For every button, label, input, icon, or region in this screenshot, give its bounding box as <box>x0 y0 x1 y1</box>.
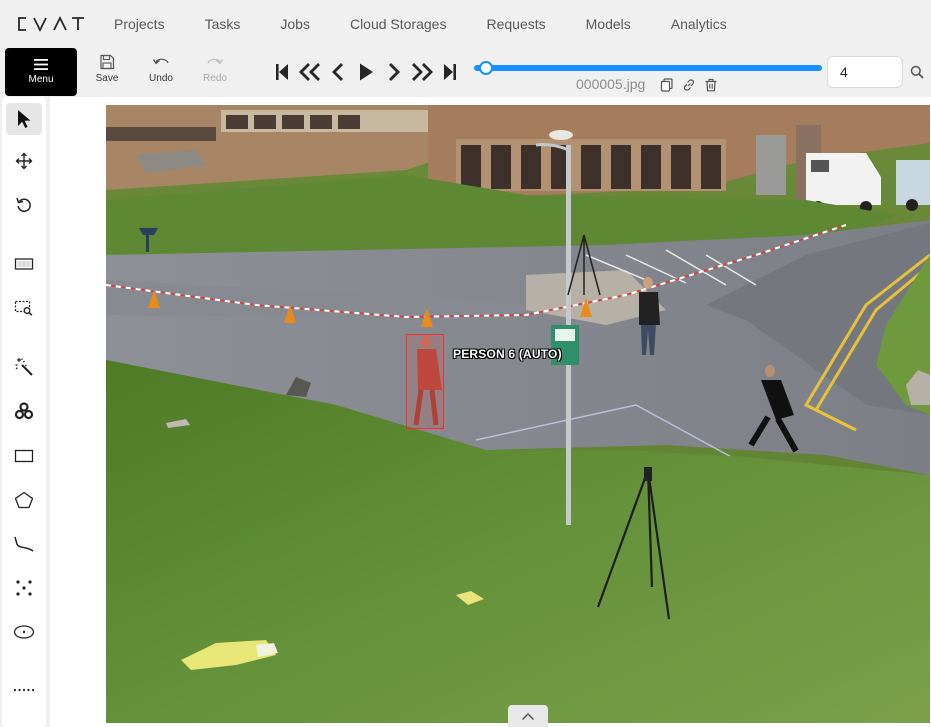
points-tool[interactable] <box>6 572 42 604</box>
player-controls <box>268 58 464 86</box>
ai-tools[interactable] <box>6 395 42 427</box>
cursor-icon <box>18 110 31 128</box>
polygon-icon <box>14 491 34 509</box>
double-chevron-right-icon <box>412 63 433 81</box>
play-icon <box>360 63 373 81</box>
annotation-box[interactable] <box>406 334 444 429</box>
back-multiple-button[interactable] <box>296 58 324 86</box>
magic-wand-tool[interactable] <box>6 351 42 383</box>
more-tools[interactable] <box>6 674 42 706</box>
ai-tools-icon <box>14 402 34 420</box>
fit-image-tool[interactable] <box>6 248 42 280</box>
magic-wand-icon <box>15 358 33 376</box>
nav-tasks[interactable]: Tasks <box>205 16 241 32</box>
polygon-tool[interactable] <box>6 484 42 516</box>
rotate-tool[interactable] <box>6 189 42 221</box>
rotate-icon <box>16 197 31 212</box>
last-frame-button[interactable] <box>436 58 464 86</box>
frame-slider-rail <box>474 65 822 71</box>
undo-label: Undo <box>149 73 173 84</box>
save-icon <box>100 54 115 70</box>
frame-number-input[interactable] <box>827 56 903 88</box>
last-frame-icon <box>444 64 456 80</box>
undo-button[interactable]: Undo <box>139 54 183 90</box>
move-icon <box>15 152 33 170</box>
zoom-region-icon <box>14 300 33 316</box>
zoom-region-tool[interactable] <box>6 292 42 324</box>
delete-icon[interactable] <box>704 78 718 92</box>
link-icon[interactable] <box>682 78 696 92</box>
controls-sidebar <box>2 97 46 727</box>
redo-button[interactable]: Redo <box>193 54 237 90</box>
menu-label: Menu <box>28 74 54 85</box>
rectangle-tool[interactable] <box>6 440 42 472</box>
first-frame-icon <box>276 64 288 80</box>
nav-analytics[interactable]: Analytics <box>671 16 727 32</box>
annotation-canvas[interactable] <box>106 105 930 723</box>
redo-label: Redo <box>203 73 227 84</box>
forward-multiple-button[interactable] <box>408 58 436 86</box>
previous-frame-button[interactable] <box>324 58 352 86</box>
frame-slider-handle[interactable] <box>479 61 493 75</box>
frame-filename: 000005.jpg <box>576 76 646 92</box>
ellipse-icon <box>13 625 35 639</box>
cursor-tool[interactable] <box>6 103 42 135</box>
rectangle-icon <box>14 449 34 463</box>
nav-requests[interactable]: Requests <box>486 16 545 32</box>
next-frame-button[interactable] <box>380 58 408 86</box>
save-label: Save <box>95 73 119 84</box>
chevron-right-icon <box>389 63 400 81</box>
move-tool[interactable] <box>6 145 42 177</box>
nav-projects[interactable]: Projects <box>114 16 165 32</box>
more-dots-icon <box>13 688 35 692</box>
cvat-logo[interactable] <box>17 15 85 33</box>
points-icon <box>16 580 32 596</box>
search-icon[interactable] <box>910 65 924 79</box>
menu-button[interactable]: Menu <box>5 48 77 96</box>
fit-image-icon <box>14 258 34 270</box>
ellipse-tool[interactable] <box>6 616 42 648</box>
annotation-label: PERSON 6 (AUTO) <box>453 347 562 361</box>
polyline-tool[interactable] <box>6 528 42 560</box>
chevron-left-icon <box>332 63 343 81</box>
save-button[interactable]: Save <box>85 54 129 90</box>
frame-image <box>106 105 930 723</box>
redo-icon <box>207 58 224 65</box>
double-chevron-left-icon <box>299 63 320 81</box>
hamburger-icon <box>34 59 48 70</box>
play-button[interactable] <box>352 58 380 86</box>
undo-icon <box>152 58 169 65</box>
frame-slider[interactable] <box>474 61 822 75</box>
first-frame-button[interactable] <box>268 58 296 86</box>
top-navigation: Projects Tasks Jobs Cloud Storages Reque… <box>0 0 931 47</box>
nav-cloud-storages[interactable]: Cloud Storages <box>350 16 447 32</box>
chevron-up-icon <box>522 712 534 720</box>
polyline-icon <box>14 536 34 552</box>
nav-models[interactable]: Models <box>586 16 631 32</box>
collapse-panel-toggle[interactable] <box>508 705 548 727</box>
nav-jobs[interactable]: Jobs <box>280 16 310 32</box>
copy-icon[interactable] <box>660 78 674 92</box>
